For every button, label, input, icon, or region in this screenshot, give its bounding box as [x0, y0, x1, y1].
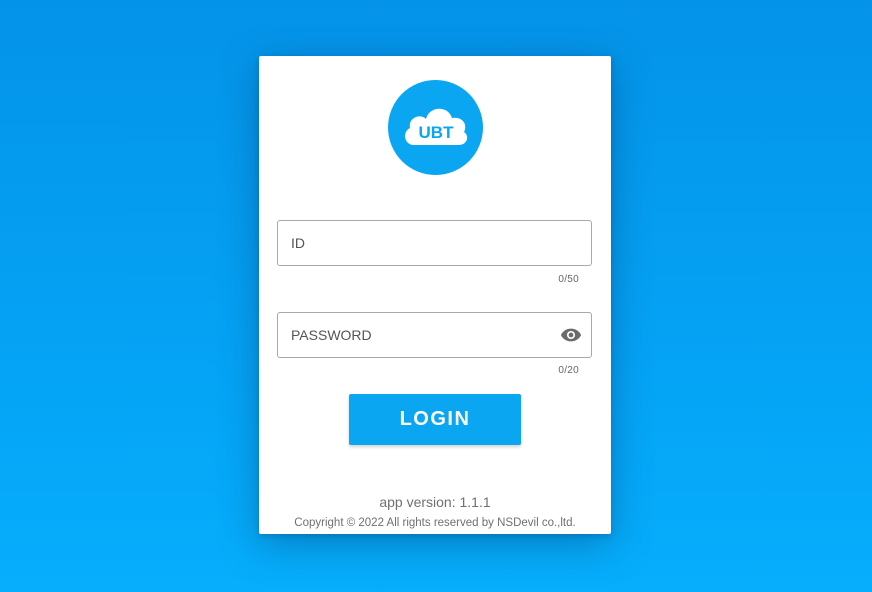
login-button[interactable]: LOGIN	[349, 394, 521, 445]
copyright-text: Copyright © 2022 All rights reserved by …	[294, 517, 576, 529]
id-char-counter: 0/50	[558, 274, 579, 285]
logo-text: UBT	[419, 123, 455, 142]
eye-icon[interactable]	[560, 326, 582, 344]
app-version: app version: 1.1.1	[379, 494, 491, 510]
id-field[interactable]	[277, 220, 592, 266]
password-char-counter: 0/20	[558, 365, 579, 376]
app-logo: UBT	[388, 80, 483, 175]
id-input[interactable]	[291, 221, 551, 265]
password-input[interactable]	[291, 313, 551, 357]
cloud-icon: UBT	[405, 108, 468, 145]
login-card: UBT 0/50 0/20 LOGIN app version: 1.1.1 C…	[259, 56, 611, 534]
password-field[interactable]	[277, 312, 592, 358]
